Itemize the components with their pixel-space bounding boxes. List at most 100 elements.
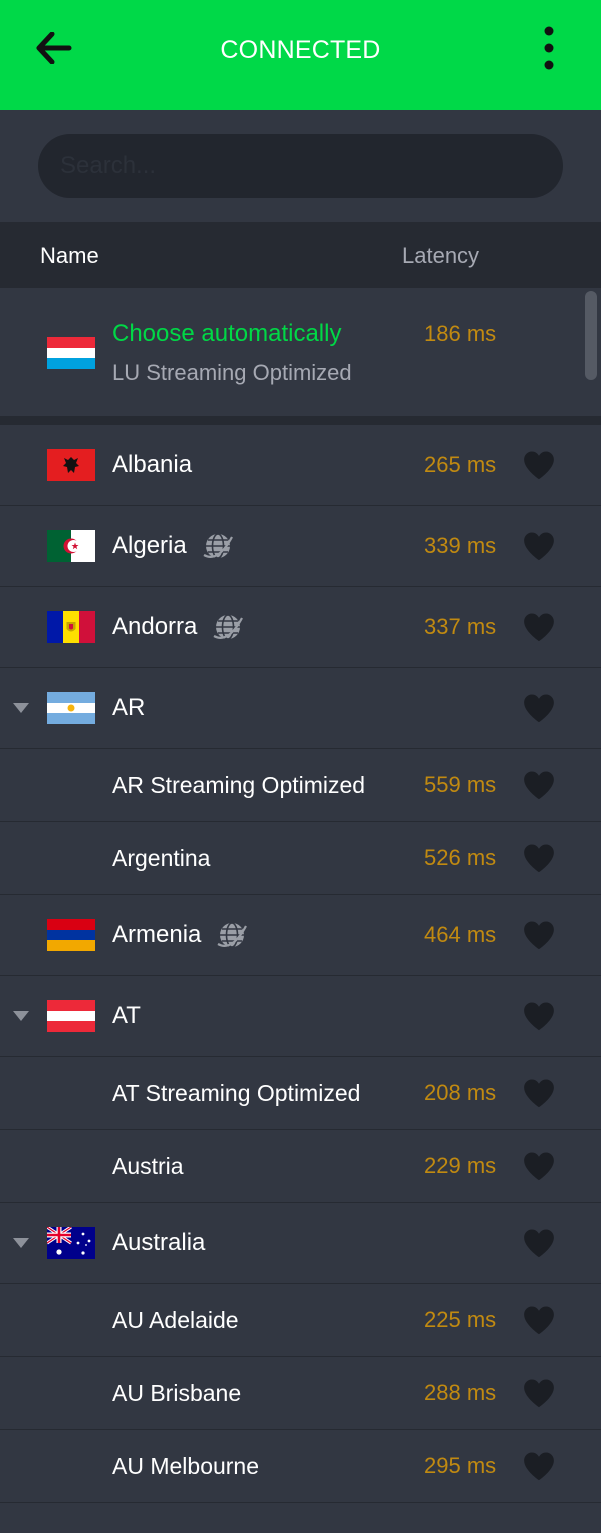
server-name: Albania (112, 451, 193, 478)
heart-icon[interactable] (522, 1000, 556, 1032)
country-row[interactable]: Albania 265 ms (0, 425, 601, 506)
choose-automatically-row[interactable]: Choose automatically LU Streaming Optimi… (0, 288, 601, 416)
name-column-header: Name (40, 243, 99, 268)
latency-value: 339 ms (424, 533, 497, 558)
search-input[interactable] (38, 134, 563, 198)
server-label: Andorra (112, 587, 245, 667)
caret-down-icon[interactable] (12, 702, 30, 714)
server-label: Austria (112, 1130, 184, 1202)
scrollbar[interactable] (585, 291, 597, 380)
server-name: Argentina (112, 844, 211, 871)
server-label: AT Streaming Optimized (112, 1057, 360, 1129)
latency-value: 288 ms (424, 1380, 497, 1405)
server-name: AR Streaming Optimized (112, 771, 366, 798)
server-sub-row[interactable]: Argentina 526 ms (0, 822, 601, 895)
search-area (0, 110, 601, 222)
back-button[interactable] (22, 22, 86, 78)
globe-icon (201, 529, 235, 563)
heart-icon[interactable] (522, 1077, 556, 1109)
more-options-button[interactable] (519, 22, 579, 78)
country-row[interactable]: Armenia 464 ms (0, 895, 601, 976)
heart-icon[interactable] (522, 1227, 556, 1259)
heart-icon[interactable] (522, 611, 556, 643)
heart-icon[interactable] (522, 692, 556, 724)
server-label: Armenia (112, 895, 249, 975)
server-name: AT Streaming Optimized (112, 1079, 361, 1106)
country-group-row[interactable]: AR (0, 668, 601, 749)
heart-icon[interactable] (522, 769, 556, 801)
app-screen: CONNECTED Name Latency Choose automatica… (0, 0, 601, 1533)
country-row[interactable]: Algeria 339 ms (0, 506, 601, 587)
page-title: CONNECTED (220, 36, 381, 64)
latency-value: 559 ms (424, 772, 497, 797)
austria-flag-icon (47, 1000, 95, 1032)
server-label: AU Adelaide (112, 1284, 239, 1356)
country-group-row[interactable]: Australia (0, 1203, 601, 1284)
arrow-left-icon (36, 31, 72, 69)
auto-title: Choose automatically (112, 320, 342, 347)
heart-icon[interactable] (522, 449, 556, 481)
argentina-flag-icon (47, 692, 95, 724)
server-name: Algeria (112, 532, 187, 559)
latency-value: 208 ms (424, 1080, 497, 1105)
latency-value: 464 ms (424, 922, 497, 947)
latency-value: 295 ms (424, 1453, 497, 1478)
top-app-bar: CONNECTED (0, 0, 601, 110)
country-group-row[interactable]: AT (0, 976, 601, 1057)
server-label: Algeria (112, 506, 235, 586)
server-name: Armenia (112, 921, 202, 948)
auto-subtitle: LU Streaming Optimized (112, 360, 352, 385)
server-label: Australia (112, 1203, 205, 1283)
globe-icon (211, 610, 245, 644)
heart-icon[interactable] (522, 1377, 556, 1409)
heart-icon[interactable] (522, 919, 556, 951)
server-name: Andorra (112, 613, 198, 640)
algeria-flag-icon (47, 530, 95, 562)
latency-value: 337 ms (424, 614, 497, 639)
more-vertical-icon (544, 26, 554, 75)
albania-flag-icon (47, 449, 95, 481)
heart-icon[interactable] (522, 842, 556, 874)
latency-value: 225 ms (424, 1307, 497, 1332)
heart-icon[interactable] (522, 1304, 556, 1336)
server-sub-row[interactable]: AU Adelaide 225 ms (0, 1284, 601, 1357)
server-name: AT (112, 1002, 141, 1029)
auto-latency: 186 ms (424, 321, 497, 346)
server-label: AR Streaming Optimized (112, 749, 365, 821)
heart-icon[interactable] (522, 530, 556, 562)
globe-icon (215, 918, 249, 952)
column-header: Name Latency (0, 222, 601, 288)
server-name: AR (112, 694, 146, 721)
caret-down-icon[interactable] (12, 1010, 30, 1022)
server-label: Argentina (112, 822, 210, 894)
server-label: Albania (112, 425, 192, 505)
server-name: Australia (112, 1229, 206, 1256)
australia-flag-icon (47, 1227, 95, 1259)
server-label: AU Brisbane (112, 1357, 241, 1429)
server-label: AU Melbourne (112, 1430, 259, 1502)
luxembourg-flag-icon (47, 337, 95, 369)
heart-icon[interactable] (522, 1450, 556, 1482)
server-sub-row[interactable]: AT Streaming Optimized 208 ms (0, 1057, 601, 1130)
server-label: AT (112, 976, 141, 1056)
server-sub-row[interactable]: AR Streaming Optimized 559 ms (0, 749, 601, 822)
armenia-flag-icon (47, 919, 95, 951)
country-row[interactable]: Andorra 337 ms (0, 587, 601, 668)
andorra-flag-icon (47, 611, 95, 643)
server-label: AR (112, 668, 145, 748)
server-sub-row[interactable]: AU Melbourne 295 ms (0, 1430, 601, 1503)
server-list[interactable]: Choose automatically LU Streaming Optimi… (0, 288, 601, 1533)
latency-value: 229 ms (424, 1153, 497, 1178)
latency-column-header: Latency (402, 243, 480, 268)
server-name: Austria (112, 1152, 184, 1179)
caret-down-icon[interactable] (12, 1237, 30, 1249)
server-name: AU Adelaide (112, 1306, 239, 1333)
server-name: AU Melbourne (112, 1452, 260, 1479)
server-sub-row[interactable]: Austria 229 ms (0, 1130, 601, 1203)
section-divider (0, 416, 601, 425)
latency-value: 265 ms (424, 452, 497, 477)
heart-icon[interactable] (522, 1150, 556, 1182)
latency-value: 526 ms (424, 845, 497, 870)
server-name: AU Brisbane (112, 1379, 242, 1406)
server-sub-row[interactable]: AU Brisbane 288 ms (0, 1357, 601, 1430)
